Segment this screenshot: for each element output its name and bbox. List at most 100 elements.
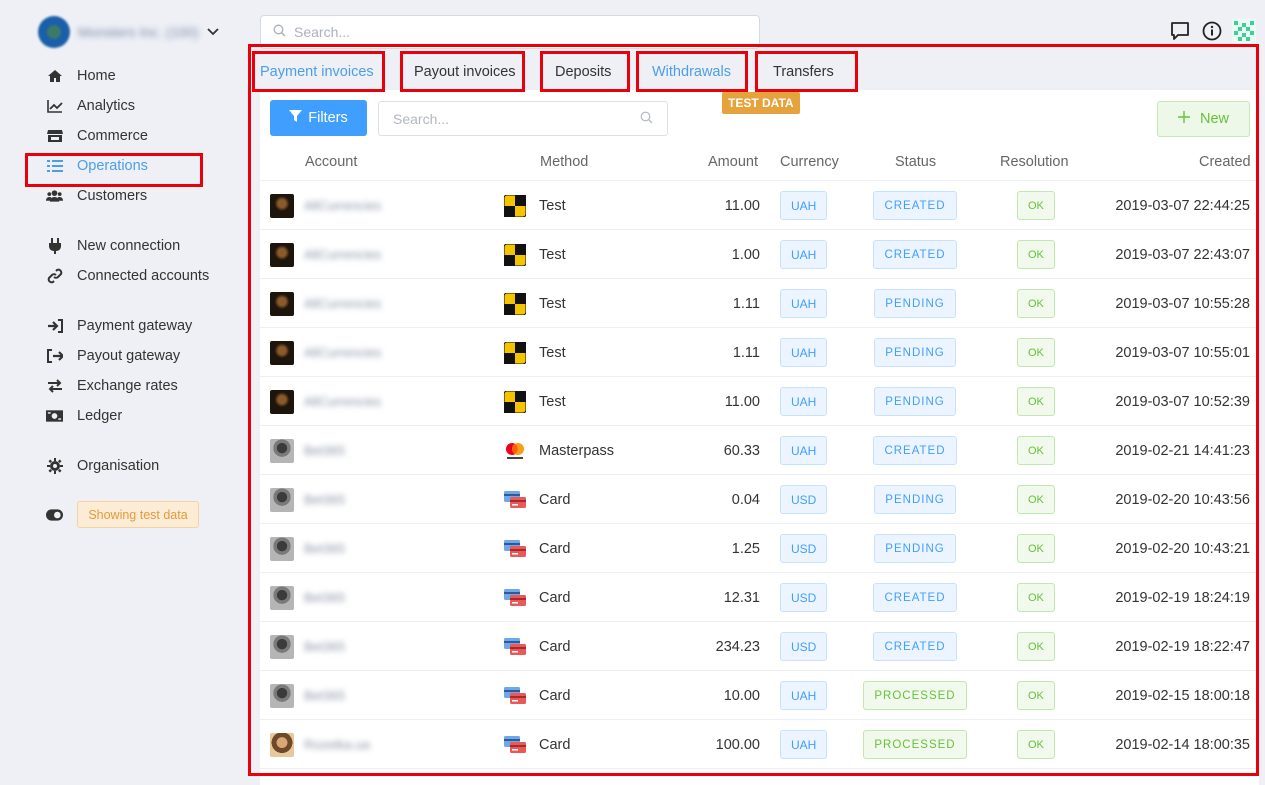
- column-resolution[interactable]: Resolution: [1000, 154, 1069, 170]
- chart-line-icon: [46, 98, 63, 115]
- table-row[interactable]: AllCurrencies Test 11.00 UAH CREATED OK …: [260, 181, 1259, 230]
- tab-transfers[interactable]: Transfers: [761, 54, 846, 90]
- account-cell[interactable]: Bet365: [270, 426, 345, 475]
- method-name: Test: [539, 246, 566, 263]
- table-row[interactable]: Bet365 Card 234.23 USD CREATED OK 2019-0…: [260, 622, 1259, 671]
- account-name: AllCurrencies: [304, 247, 382, 262]
- org-switcher[interactable]: Monsters Inc. (100): [38, 16, 219, 48]
- sidebar-item-organisation[interactable]: Organisation: [46, 454, 159, 478]
- status-cell: CREATED: [855, 622, 975, 671]
- account-cell[interactable]: AllCurrencies: [270, 279, 381, 328]
- status-badge: PROCESSED: [863, 681, 967, 710]
- table-row[interactable]: Bet365 Card 1.25 USD PENDING OK 2019-02-…: [260, 524, 1259, 573]
- account-cell[interactable]: Rozetka.ua: [270, 720, 370, 769]
- resolution-cell: OK: [1017, 573, 1055, 622]
- amount-cell: 11.00: [724, 393, 760, 410]
- org-name: Monsters Inc. (100): [78, 24, 199, 40]
- sidebar-item-label: Ledger: [77, 408, 123, 424]
- table-row[interactable]: Rozetka.ua Card 100.00 UAH PROCESSED OK …: [260, 720, 1259, 769]
- column-method[interactable]: Method: [540, 154, 588, 170]
- sign-out-icon: [46, 348, 63, 365]
- sidebar-item-operations[interactable]: Operations: [46, 154, 148, 178]
- table-row[interactable]: Bet365 Masterpass 60.33 UAH CREATED OK 2…: [260, 426, 1259, 475]
- column-status[interactable]: Status: [895, 154, 936, 170]
- account-cell[interactable]: Bet365: [270, 573, 345, 622]
- account-cell[interactable]: Bet365: [270, 524, 345, 573]
- sidebar-item-payment-gateway[interactable]: Payment gateway: [46, 314, 192, 338]
- column-amount[interactable]: Amount: [708, 154, 758, 170]
- column-account[interactable]: Account: [305, 154, 357, 170]
- sidebar-item-home[interactable]: Home: [46, 64, 116, 88]
- status-cell: PROCESSED: [855, 671, 975, 720]
- resolution-badge: OK: [1017, 436, 1055, 465]
- sidebar-item-label: Connected accounts: [77, 268, 210, 284]
- comment-icon[interactable]: [1168, 19, 1192, 43]
- account-avatar: [270, 634, 294, 659]
- filters-button[interactable]: Filters: [270, 100, 367, 136]
- tab-payment-invoices[interactable]: Payment invoices: [248, 54, 386, 90]
- sidebar-item-new-connection[interactable]: New connection: [46, 234, 180, 258]
- sidebar-item-connected-accounts[interactable]: Connected accounts: [46, 264, 209, 288]
- account-name: Bet365: [304, 443, 346, 458]
- resolution-cell: OK: [1017, 622, 1055, 671]
- user-avatar-icon[interactable]: [1232, 19, 1256, 43]
- created-cell: 2019-02-19 18:22:47: [1115, 638, 1250, 655]
- created-cell: 2019-03-07 10:52:39: [1115, 393, 1250, 410]
- amount-cell: 100.00: [715, 736, 760, 753]
- table-row[interactable]: AllCurrencies Test 1.00 UAH CREATED OK 2…: [260, 230, 1259, 279]
- currency-cell: UAH: [780, 426, 828, 475]
- status-cell: CREATED: [855, 181, 975, 230]
- global-search-input[interactable]: [294, 24, 734, 40]
- table-row[interactable]: Bet365 Card 10.00 UAH PROCESSED OK 2019-…: [260, 671, 1259, 720]
- tab-withdrawals[interactable]: Withdrawals: [640, 54, 743, 90]
- account-cell[interactable]: Bet365: [270, 622, 345, 671]
- table-search-input[interactable]: [393, 110, 623, 127]
- table-row[interactable]: Bet365 Card 12.31 USD CREATED OK 2019-02…: [260, 573, 1259, 622]
- created-cell: 2019-03-07 10:55:01: [1115, 344, 1250, 361]
- sidebar-item-label: Payment gateway: [77, 318, 193, 334]
- sidebar-item-exchange-rates[interactable]: Exchange rates: [46, 374, 178, 398]
- currency-tag: UAH: [780, 681, 828, 710]
- filters-label: Filters: [308, 110, 348, 126]
- currency-cell: UAH: [780, 720, 828, 769]
- table-row[interactable]: [260, 769, 1259, 785]
- account-name: Bet365: [304, 541, 346, 556]
- currency-tag: UAH: [780, 289, 828, 318]
- amount-cell: 1.25: [731, 540, 760, 557]
- column-currency[interactable]: Currency: [780, 154, 839, 170]
- sidebar-item-label: Payout gateway: [77, 348, 181, 364]
- currency-cell: UAH: [780, 279, 828, 328]
- account-cell[interactable]: AllCurrencies: [270, 377, 381, 426]
- toggle-icon: [46, 507, 63, 524]
- method-cell: Card: [504, 524, 570, 573]
- method-cell: Card: [504, 622, 570, 671]
- table-row[interactable]: Bet365 Card 0.04 USD PENDING OK 2019-02-…: [260, 475, 1259, 524]
- sidebar-item-ledger[interactable]: Ledger: [46, 404, 122, 428]
- account-cell[interactable]: AllCurrencies: [270, 230, 381, 279]
- info-icon[interactable]: [1200, 19, 1224, 43]
- credit-card-icon: [504, 489, 526, 511]
- sidebar-item-customers[interactable]: Customers: [46, 184, 147, 208]
- credit-card-icon: [504, 685, 526, 707]
- account-cell[interactable]: Bet365: [270, 475, 345, 524]
- test-method-icon: [503, 194, 527, 217]
- account-cell[interactable]: AllCurrencies: [270, 328, 381, 377]
- table-row[interactable]: AllCurrencies Test 1.11 UAH PENDING OK 2…: [260, 279, 1259, 328]
- account-cell[interactable]: AllCurrencies: [270, 181, 381, 230]
- account-cell[interactable]: Bet365: [270, 671, 345, 720]
- test-data-toggle[interactable]: [46, 503, 63, 527]
- sidebar-item-label: Operations: [77, 158, 148, 174]
- sidebar-item-analytics[interactable]: Analytics: [46, 94, 135, 118]
- filter-icon: [289, 109, 303, 127]
- table-row[interactable]: AllCurrencies Test 11.00 UAH PENDING OK …: [260, 377, 1259, 426]
- tab-deposits[interactable]: Deposits: [543, 54, 623, 90]
- table-search[interactable]: [378, 101, 668, 136]
- column-created[interactable]: Created: [1199, 154, 1251, 170]
- new-button[interactable]: New: [1157, 101, 1250, 137]
- sidebar-item-commerce[interactable]: Commerce: [46, 124, 148, 148]
- tab-payout-invoices[interactable]: Payout invoices: [402, 54, 528, 90]
- sidebar-item-payout-gateway[interactable]: Payout gateway: [46, 344, 180, 368]
- account-avatar: [270, 389, 294, 414]
- resolution-cell: OK: [1017, 279, 1055, 328]
- table-row[interactable]: AllCurrencies Test 1.11 UAH PENDING OK 2…: [260, 328, 1259, 377]
